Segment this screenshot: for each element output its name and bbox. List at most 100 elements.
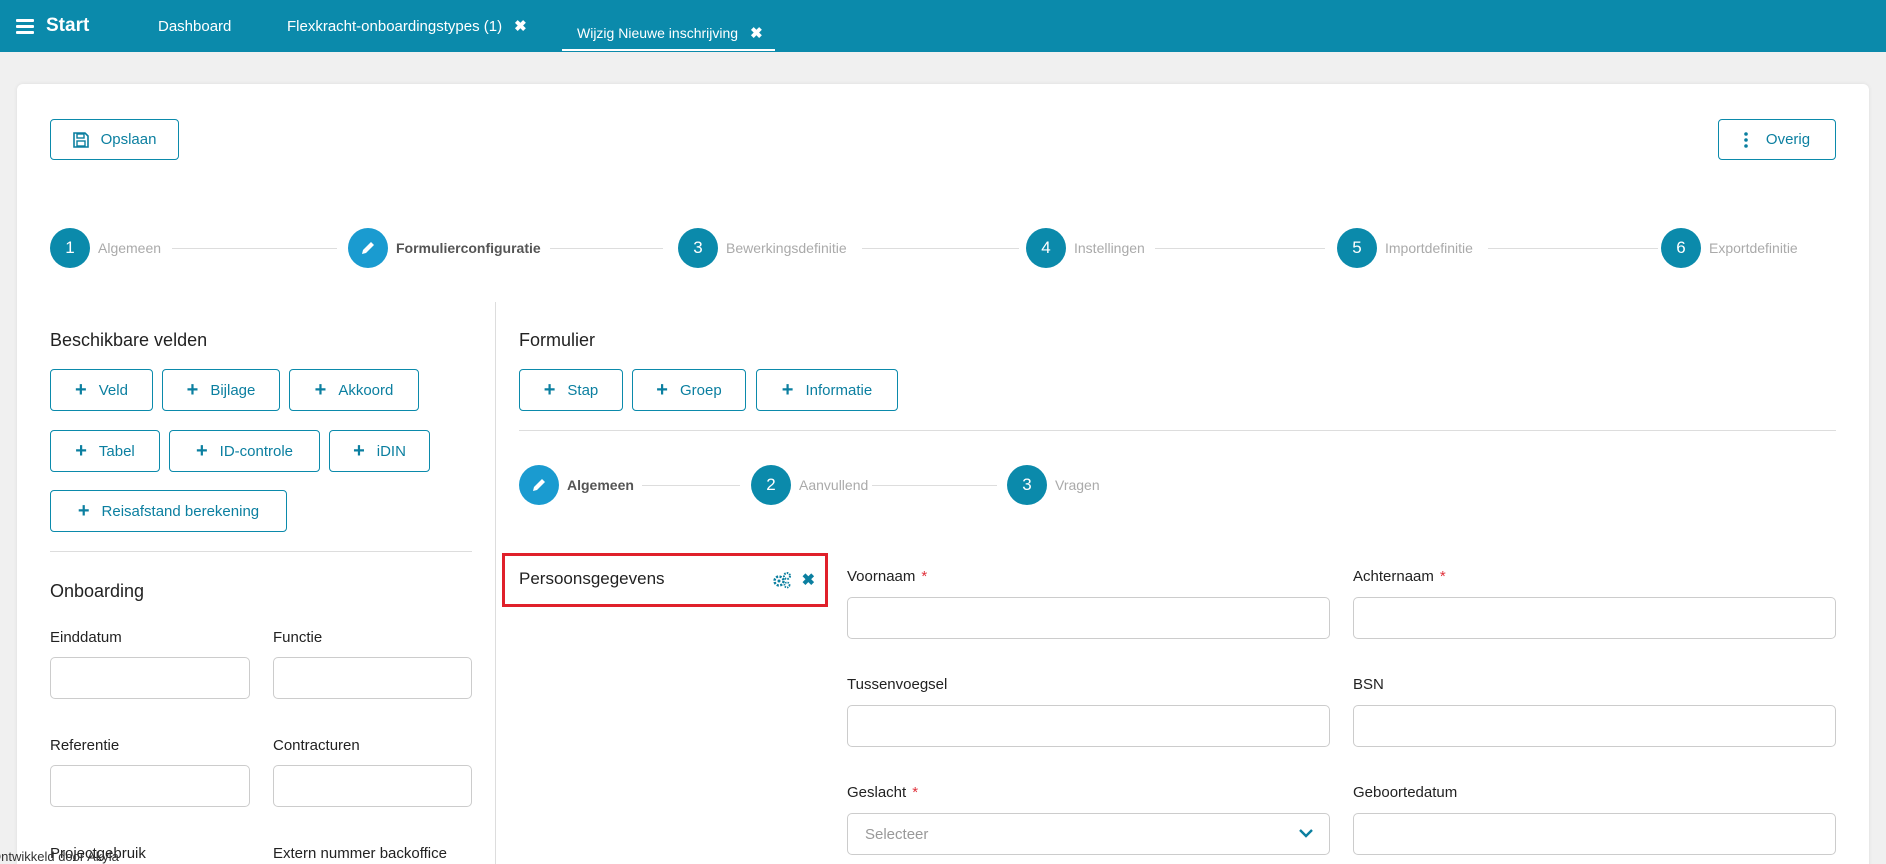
start-menu-button[interactable]: Start xyxy=(16,14,89,38)
tab-label: Dashboard xyxy=(158,17,232,35)
tab-dashboard[interactable]: Dashboard xyxy=(158,0,231,52)
pencil-icon xyxy=(533,479,545,491)
button-label: iDIN xyxy=(376,442,406,460)
delete-group-icon[interactable]: ✖ xyxy=(802,570,815,590)
plus-icon: + xyxy=(75,378,87,401)
add-informatie-button[interactable]: + Informatie xyxy=(756,369,898,411)
step-importdefinitie[interactable]: 5 Importdefinitie xyxy=(1337,228,1473,268)
step-label: Exportdefinitie xyxy=(1709,240,1798,256)
add-bijlage-button[interactable]: + Bijlage xyxy=(162,369,280,411)
brand-label: Start xyxy=(46,15,90,36)
add-id-controle-button[interactable]: + ID-controle xyxy=(169,430,320,472)
step-number: 1 xyxy=(50,228,90,268)
step-label: Formulierconfiguratie xyxy=(396,240,541,256)
referentie-input[interactable] xyxy=(50,765,250,807)
step-label: Algemeen xyxy=(567,477,634,493)
step-formulierconfiguratie[interactable]: Formulierconfiguratie xyxy=(348,228,541,268)
chevron-down-icon xyxy=(1299,829,1313,838)
select-placeholder: Selecteer xyxy=(865,825,929,843)
geboortedatum-label: Geboortedatum xyxy=(1353,784,1458,801)
plus-icon: + xyxy=(656,378,668,401)
form-title: Formulier xyxy=(519,330,596,350)
functie-input[interactable] xyxy=(273,657,472,699)
step-number: 5 xyxy=(1337,228,1377,268)
group-persoonsgegevens[interactable]: Persoonsgegevens ✖ xyxy=(502,553,828,607)
add-stap-button[interactable]: + Stap xyxy=(519,369,623,411)
onboarding-title: Onboarding xyxy=(50,581,145,601)
step-algemeen[interactable]: 1 Algemeen xyxy=(50,228,161,268)
step-instellingen[interactable]: 4 Instellingen xyxy=(1026,228,1145,268)
contracturen-input[interactable] xyxy=(273,765,472,807)
step-number: 2 xyxy=(751,465,791,505)
stepper-line xyxy=(172,248,337,249)
tab-onboardingtypes[interactable]: Flexkracht-onboardingstypes (1) ✖ xyxy=(287,0,527,52)
button-label: Bijlage xyxy=(210,381,256,399)
more-button[interactable]: Overig xyxy=(1718,119,1836,160)
step-number: 3 xyxy=(1007,465,1047,505)
plus-icon: + xyxy=(195,439,208,462)
footer-credit: Ontwikkeld door Akyla xyxy=(0,849,119,864)
add-tabel-button[interactable]: + Tabel xyxy=(50,430,160,472)
field-label-text: Achternaam xyxy=(1353,568,1434,585)
step-label: Instellingen xyxy=(1074,240,1145,256)
voornaam-input[interactable] xyxy=(847,597,1330,639)
section-divider xyxy=(50,551,472,552)
stepper-line xyxy=(550,248,663,249)
close-tab-icon[interactable]: ✖ xyxy=(514,17,527,35)
achternaam-input[interactable] xyxy=(1353,597,1836,639)
einddatum-label: Einddatum xyxy=(50,629,122,646)
stepper-line xyxy=(862,248,1019,249)
button-label: Akkoord xyxy=(338,381,394,399)
button-label: Tabel xyxy=(98,442,135,460)
tab-wijzig-inschrijving[interactable]: Wijzig Nieuwe inschrijving ✖ xyxy=(562,0,775,52)
available-fields-title: Beschikbare velden xyxy=(50,330,208,350)
plus-icon: + xyxy=(314,378,327,401)
tab-label: Flexkracht-onboardingstypes (1) xyxy=(287,17,503,35)
tab-label: Wijzig Nieuwe inschrijving xyxy=(577,25,739,41)
more-vertical-icon xyxy=(1744,131,1748,148)
gears-icon[interactable] xyxy=(772,571,792,589)
close-tab-icon[interactable]: ✖ xyxy=(750,24,763,42)
step-label: Importdefinitie xyxy=(1385,240,1473,256)
plus-icon: + xyxy=(781,378,794,401)
geslacht-select[interactable]: Selecteer xyxy=(847,813,1330,855)
form-step-vragen[interactable]: 3 Vragen xyxy=(1007,465,1100,505)
functie-label: Functie xyxy=(273,629,323,646)
button-label: Reisafstand berekening xyxy=(101,502,260,520)
achternaam-label: Achternaam * xyxy=(1353,568,1446,585)
required-mark: * xyxy=(1439,568,1446,585)
panel-divider xyxy=(495,302,496,864)
step-number: 6 xyxy=(1661,228,1701,268)
save-label: Opslaan xyxy=(100,131,157,148)
einddatum-input[interactable] xyxy=(50,657,250,699)
form-step-aanvullend[interactable]: 2 Aanvullend xyxy=(751,465,868,505)
form-step-algemeen[interactable]: Algemeen xyxy=(519,465,634,505)
stepper-line xyxy=(872,485,997,486)
tussenvoegsel-input[interactable] xyxy=(847,705,1330,747)
add-groep-button[interactable]: + Groep xyxy=(632,369,746,411)
geslacht-label: Geslacht * xyxy=(847,784,918,801)
group-title: Persoonsgegevens xyxy=(519,569,665,588)
stepper-line xyxy=(1155,248,1325,249)
add-idin-button[interactable]: + iDIN xyxy=(329,430,430,472)
tussenvoegsel-label: Tussenvoegsel xyxy=(847,676,948,693)
add-veld-button[interactable]: + Veld xyxy=(50,369,153,411)
save-button[interactable]: Opslaan xyxy=(50,119,179,160)
stepper-line xyxy=(1488,248,1658,249)
stepper-line xyxy=(642,485,740,486)
bsn-input[interactable] xyxy=(1353,705,1836,747)
step-number xyxy=(348,228,388,268)
required-mark: * xyxy=(921,568,928,585)
step-bewerkingsdefinitie[interactable]: 3 Bewerkingsdefinitie xyxy=(678,228,847,268)
hamburger-icon xyxy=(16,18,34,34)
step-number xyxy=(519,465,559,505)
step-exportdefinitie[interactable]: 6 Exportdefinitie xyxy=(1661,228,1798,268)
step-label: Algemeen xyxy=(98,240,162,256)
add-akkoord-button[interactable]: + Akkoord xyxy=(289,369,419,411)
add-reisafstand-button[interactable]: + Reisafstand berekening xyxy=(50,490,287,532)
bsn-label: BSN xyxy=(1353,676,1384,693)
plus-icon: + xyxy=(77,499,90,522)
top-bar: Start Dashboard Flexkracht-onboardingsty… xyxy=(0,0,1886,52)
geboortedatum-input[interactable] xyxy=(1353,813,1836,855)
more-label: Overig xyxy=(1765,131,1811,148)
